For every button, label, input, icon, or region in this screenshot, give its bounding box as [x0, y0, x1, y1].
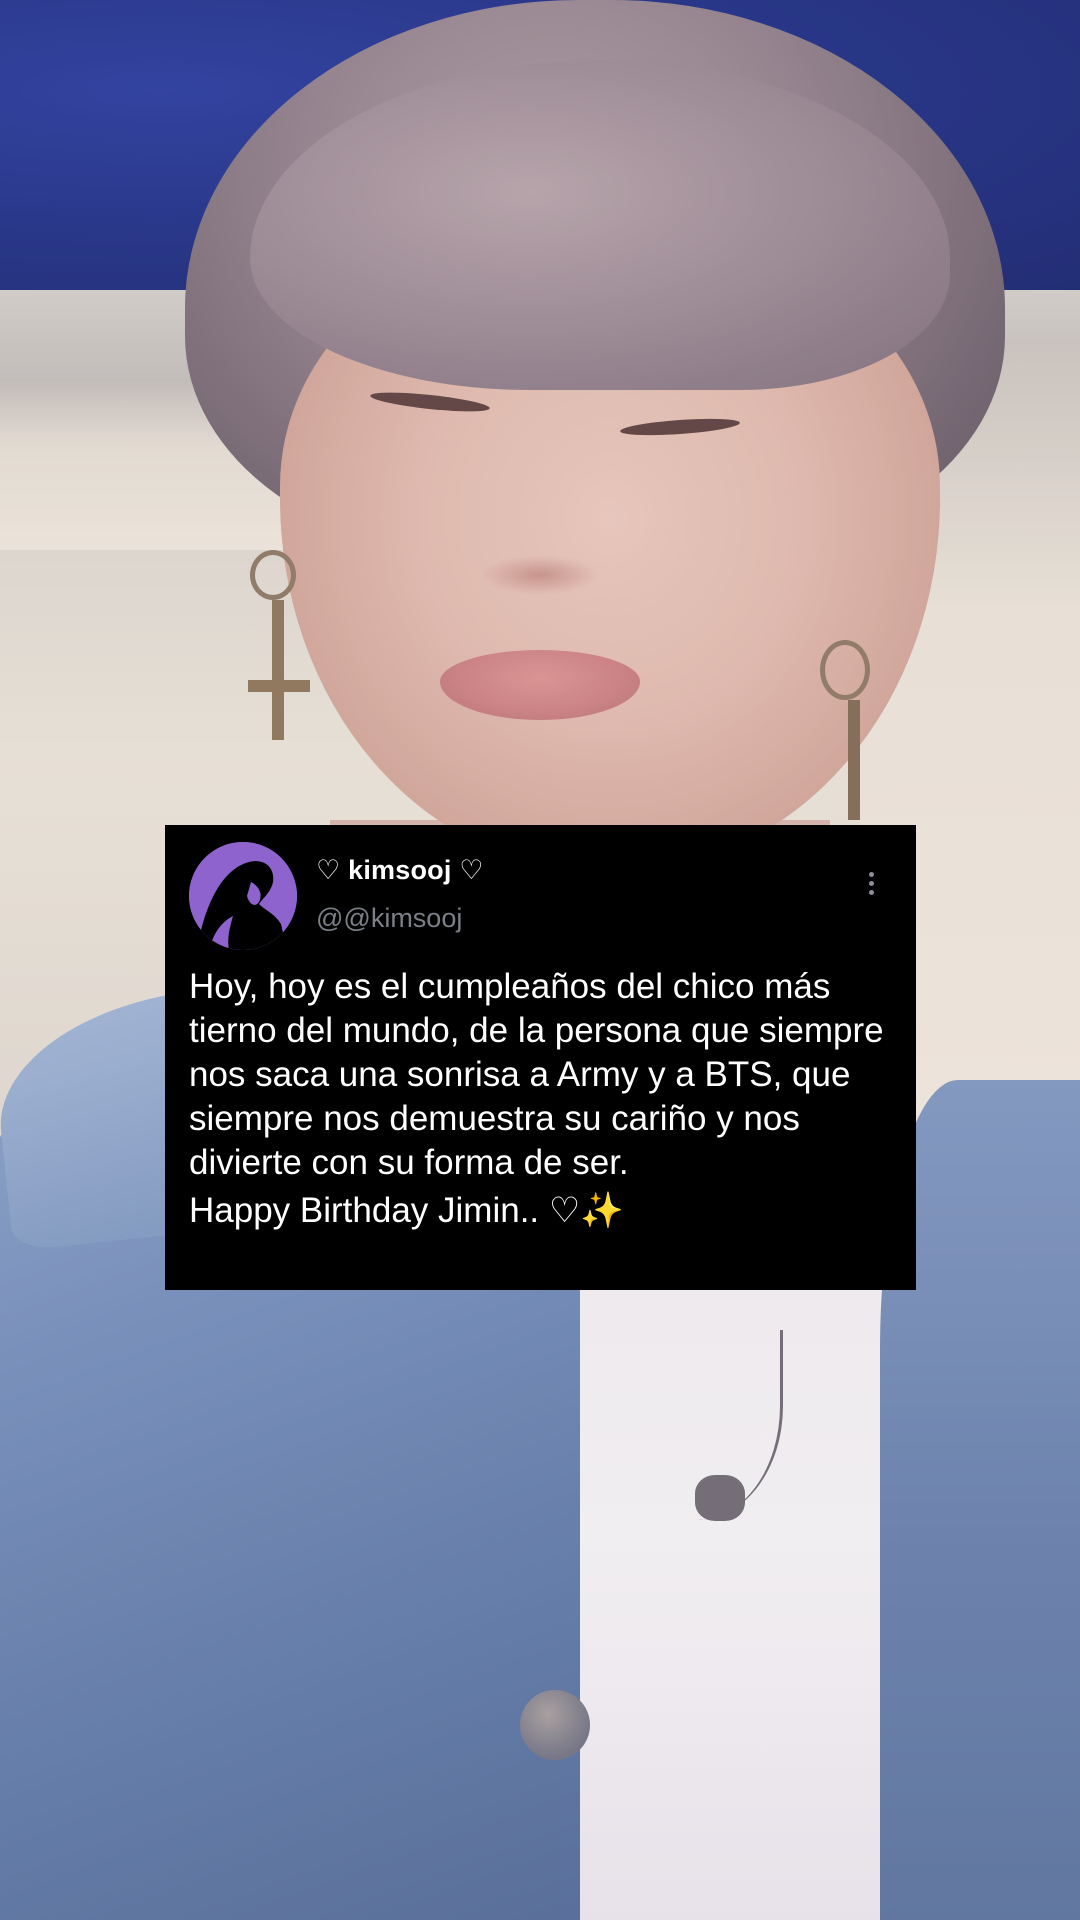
- tweet-text: Hoy, hoy es el cumpleaños del chico más …: [189, 965, 894, 1233]
- avatar-silhouette-icon: [189, 842, 297, 950]
- avatar[interactable]: [189, 842, 297, 950]
- user-handle[interactable]: @@kimsooj: [316, 903, 462, 934]
- signoff-text: Happy Birthday Jimin.. ♡: [189, 1191, 581, 1230]
- tweet-signoff: Happy Birthday Jimin.. ♡✨: [189, 1189, 894, 1233]
- sparkles-icon: ✨: [580, 1191, 624, 1230]
- tweet-card: ♡ kimsooj ♡ @@kimsooj Hoy, hoy es el cum…: [165, 825, 916, 1290]
- vertical-ellipsis-icon[interactable]: [859, 863, 883, 903]
- tweet-paragraph: Hoy, hoy es el cumpleaños del chico más …: [189, 967, 884, 1182]
- display-name[interactable]: ♡ kimsooj ♡: [316, 855, 484, 886]
